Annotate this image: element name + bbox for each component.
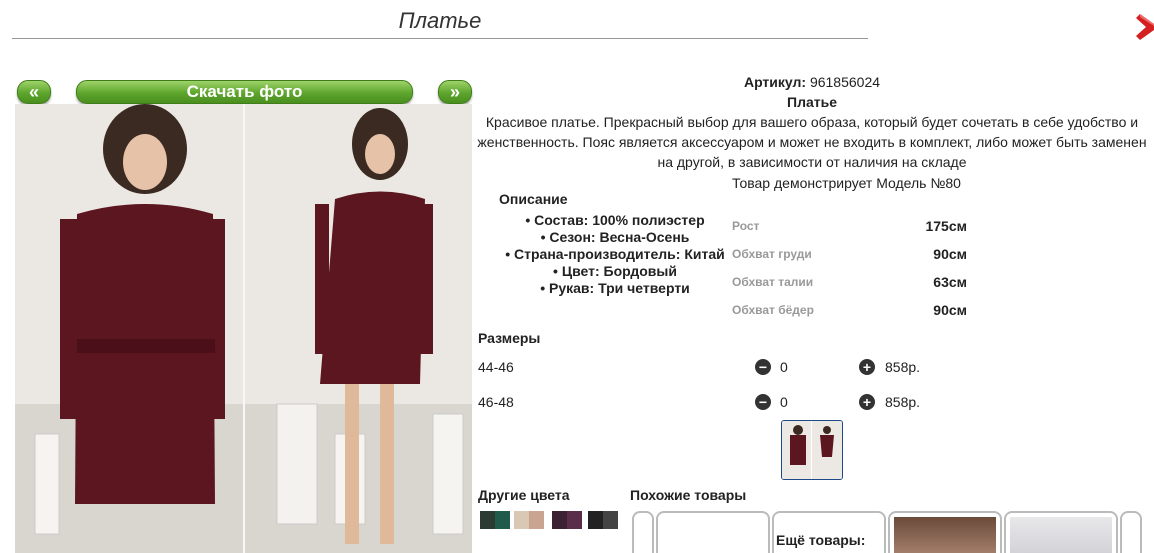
measurement-value: 90см [933, 246, 967, 262]
color-swatch[interactable] [480, 511, 510, 529]
product-photo[interactable] [15, 104, 472, 553]
prev-photo-button[interactable]: « [17, 80, 51, 104]
title-divider [12, 38, 868, 39]
measurement-value: 175см [925, 218, 967, 234]
color-swatch[interactable] [588, 511, 618, 529]
model-note: Товар демонстрирует Модель №80 [732, 175, 961, 191]
measurement-label: Рост [732, 219, 760, 233]
attribute-item: Рукав: Три четверти [490, 280, 740, 297]
product-thumbnail[interactable] [781, 420, 843, 480]
measurement-label: Обхват бёдер [732, 303, 814, 317]
article-value: 961856024 [809, 74, 881, 90]
similar-next-button[interactable] [1120, 511, 1142, 553]
similar-product-card[interactable] [1004, 511, 1118, 553]
minus-icon[interactable]: − [755, 359, 771, 375]
color-swatch[interactable] [552, 511, 582, 529]
sizes-heading: Размеры [478, 330, 541, 346]
plus-icon[interactable]: + [859, 394, 875, 410]
product-name: Платье [787, 94, 837, 110]
similar-prev-button[interactable] [632, 511, 654, 553]
measurement-value: 90см [933, 302, 967, 318]
article-label: Артикул: [743, 74, 807, 90]
color-swatch[interactable] [514, 511, 544, 529]
other-colors-heading: Другие цвета [478, 487, 570, 503]
page-title: Платье [398, 8, 482, 33]
details-heading: Описание [499, 191, 568, 207]
measurement-label: Обхват талии [732, 275, 814, 289]
price-value: 858р. [885, 359, 921, 375]
more-products-heading: Ещё товары: [776, 532, 866, 548]
similar-product-card[interactable] [888, 511, 1002, 553]
size-label: 44-46 [478, 359, 514, 375]
close-icon[interactable] [1134, 12, 1154, 42]
plus-icon[interactable]: + [859, 359, 875, 375]
next-photo-button[interactable]: » [438, 80, 472, 104]
measurement-label: Обхват груди [732, 247, 812, 261]
quantity-value: 0 [780, 394, 788, 410]
similar-product-card[interactable] [656, 511, 770, 553]
download-photo-button[interactable]: Скачать фото [76, 80, 413, 104]
product-description: Красивое платье. Прекрасный выбор для ва… [477, 114, 1147, 170]
similar-products-heading: Похожие товары [630, 487, 747, 503]
price-value: 858р. [885, 394, 921, 410]
minus-icon[interactable]: − [755, 394, 771, 410]
size-label: 46-48 [478, 394, 514, 410]
article-line: Артикул: 961856024 [476, 74, 1148, 90]
attribute-item: Страна-производитель: Китай [490, 246, 740, 263]
measurement-value: 63см [933, 274, 967, 290]
attribute-item: Сезон: Весна-Осень [490, 229, 740, 246]
quantity-value: 0 [780, 359, 788, 375]
attribute-list: Состав: 100% полиэстер Сезон: Весна-Осен… [490, 212, 740, 297]
attribute-item: Цвет: Бордовый [490, 263, 740, 280]
attribute-item: Состав: 100% полиэстер [490, 212, 740, 229]
